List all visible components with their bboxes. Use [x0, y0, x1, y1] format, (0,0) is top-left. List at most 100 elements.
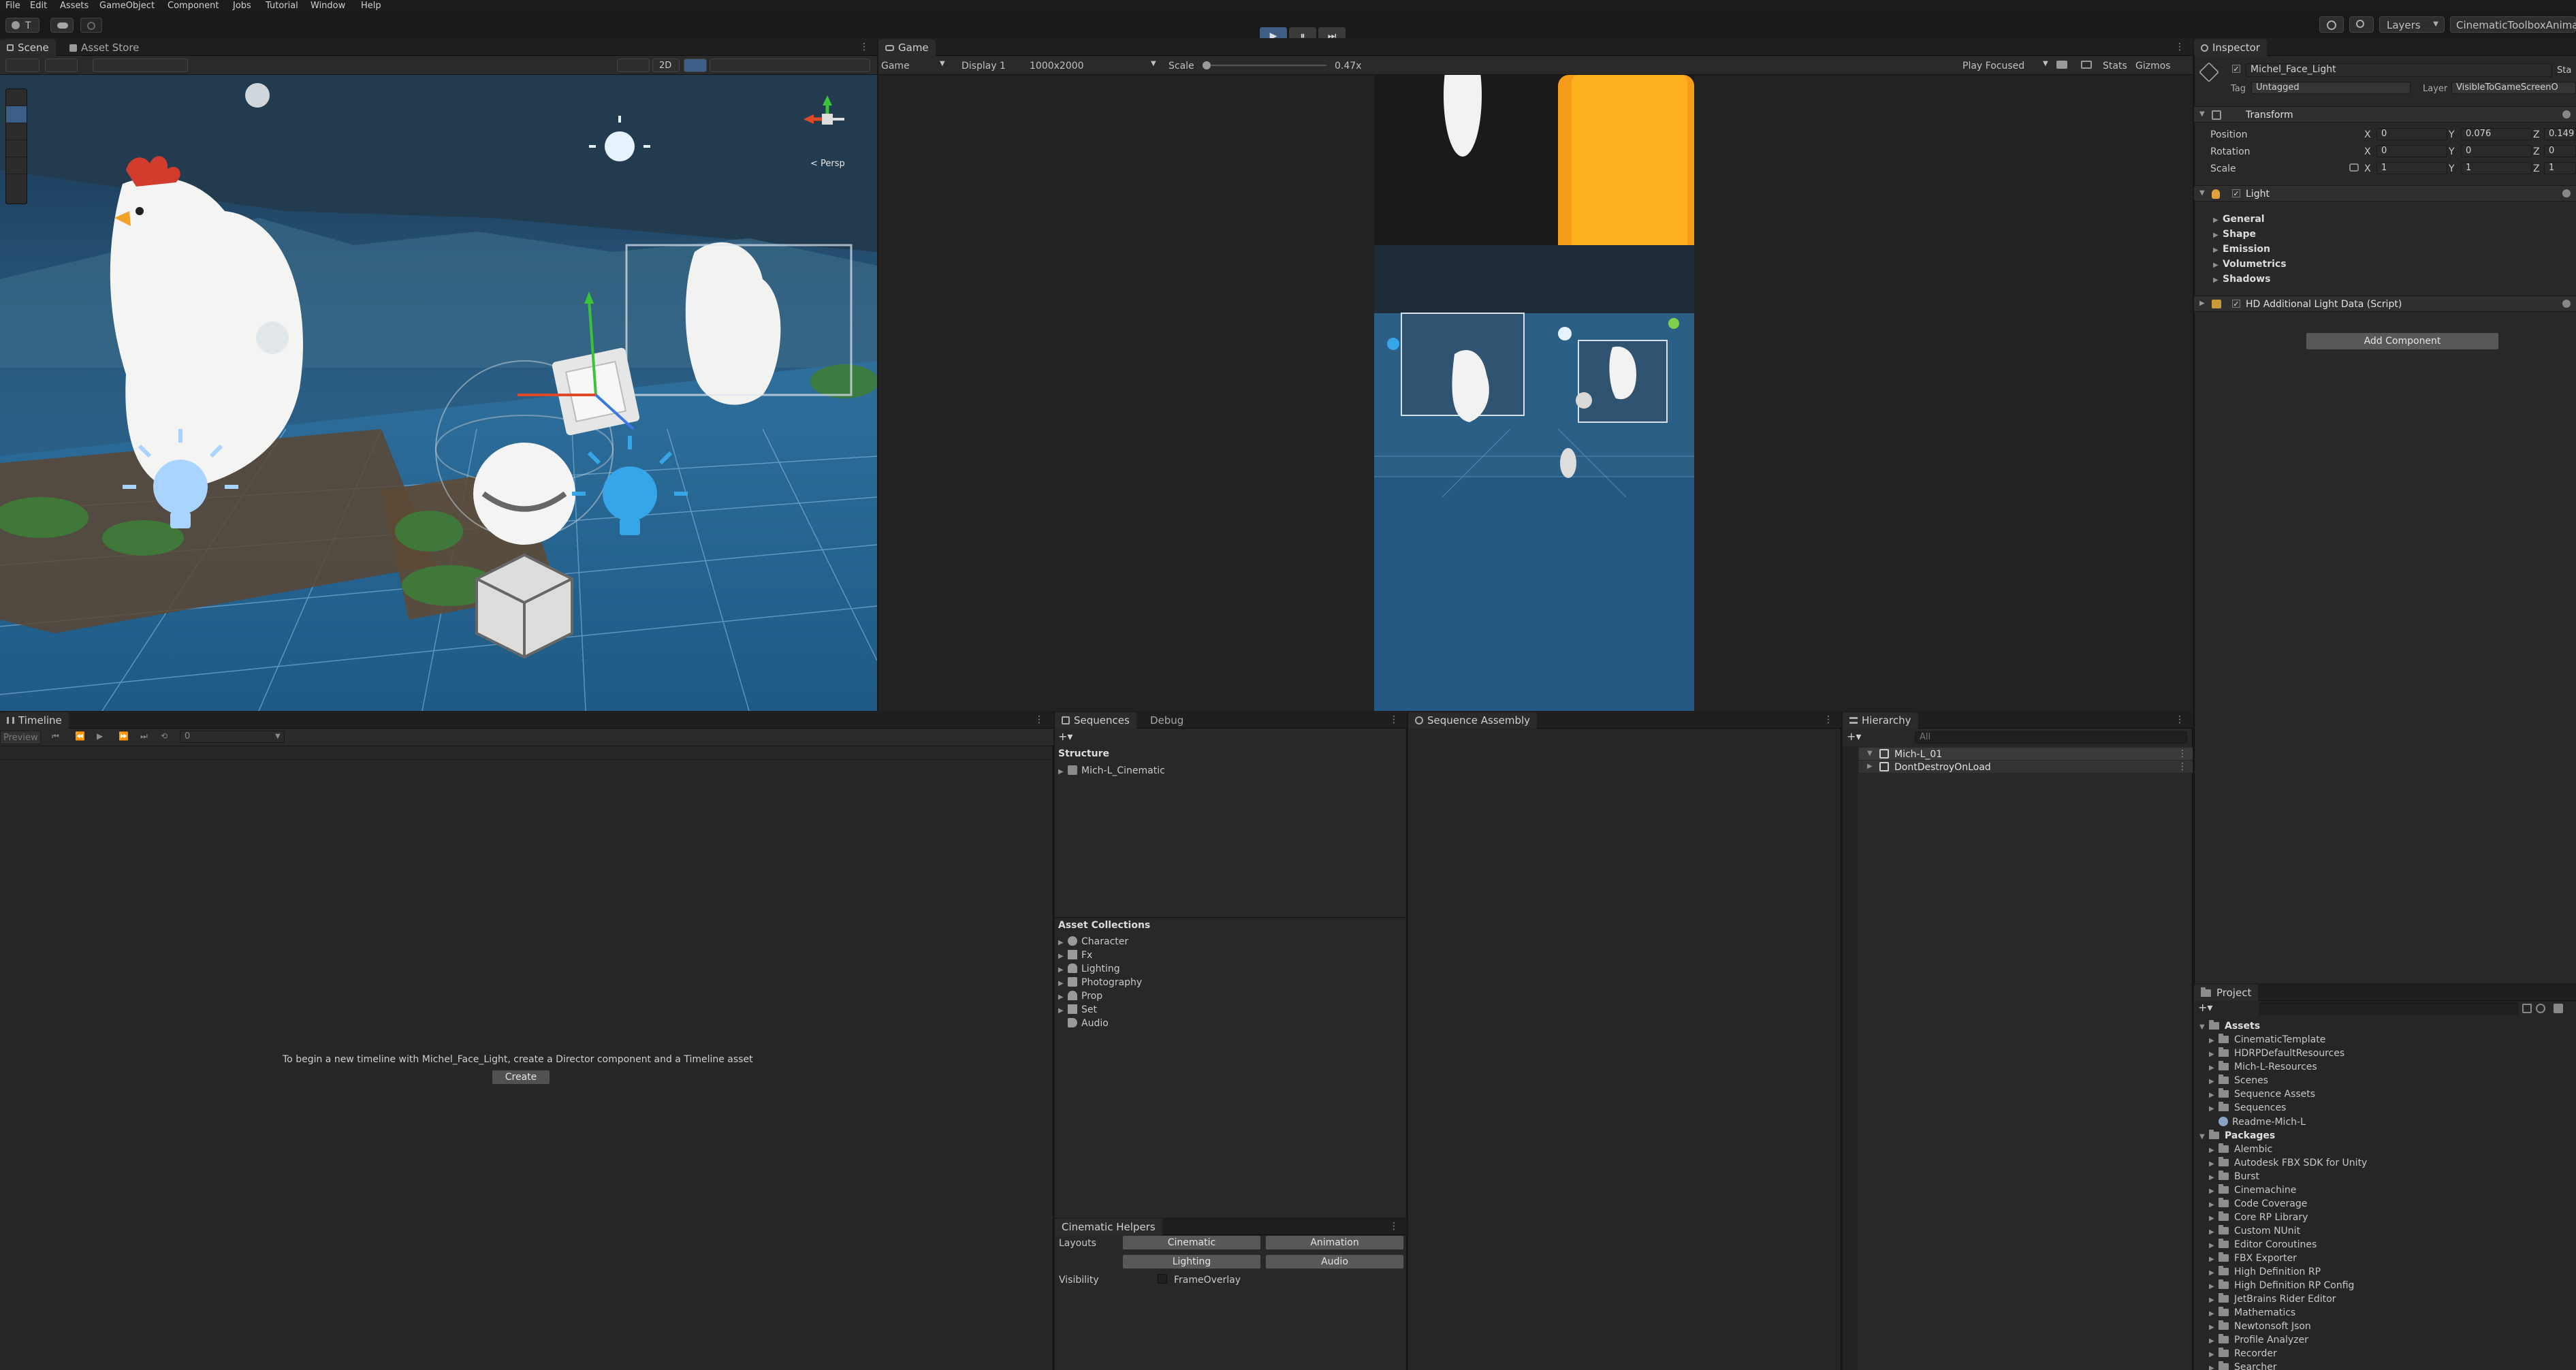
history-button[interactable]: [2319, 16, 2344, 33]
light-section-shape[interactable]: ▶ Shape: [2213, 229, 2256, 239]
play-focused-dropdown[interactable]: Play Focused: [1962, 61, 2024, 71]
filter-label-icon[interactable]: [2536, 1004, 2545, 1013]
tab-scene[interactable]: Scene: [0, 39, 56, 56]
position-x-field[interactable]: 0: [2376, 128, 2447, 140]
scene-menu-icon[interactable]: ⋮: [859, 42, 869, 52]
project-package-item[interactable]: ▶ FBX Exporter: [2209, 1252, 2297, 1263]
scale-z-field[interactable]: 1: [2544, 162, 2576, 174]
project-package-item[interactable]: ▶ Cinemachine: [2209, 1184, 2296, 1195]
menu-assets[interactable]: Assets: [60, 1, 89, 11]
layer-dropdown[interactable]: VisibleToGameScreenO: [2451, 82, 2576, 94]
project-package-item[interactable]: ▶ Searcher: [2209, 1361, 2276, 1370]
game-menu-icon[interactable]: ⋮: [2175, 42, 2184, 52]
project-package-item[interactable]: ▶ Newtonsoft Json: [2209, 1320, 2311, 1331]
sequences-menu-icon[interactable]: ⋮: [1389, 715, 1399, 724]
scene-tools-palette[interactable]: [5, 89, 27, 204]
hand-tool-icon[interactable]: [6, 89, 27, 106]
preview-toggle[interactable]: Preview: [0, 731, 41, 744]
menu-component[interactable]: Component: [168, 1, 219, 11]
scale-x-field[interactable]: 1: [2376, 162, 2447, 174]
static-toggle[interactable]: Sta: [2557, 66, 2571, 75]
perspective-label[interactable]: < Persp: [810, 159, 845, 168]
light-enabled-checkbox[interactable]: ✓: [2232, 189, 2240, 197]
collection-prop[interactable]: ▶ Prop: [1058, 991, 1102, 1001]
scene-camera-mode[interactable]: [617, 59, 650, 72]
menu-help[interactable]: Help: [361, 1, 381, 11]
rotate-tool-icon[interactable]: [6, 123, 27, 140]
help-icon[interactable]: [2562, 110, 2571, 118]
mute-audio-icon[interactable]: [2056, 61, 2067, 69]
project-package-item[interactable]: ▶ Editor Coroutines: [2209, 1239, 2317, 1249]
resolution-dropdown[interactable]: 1000x2000: [1030, 61, 1084, 71]
move-tool-icon[interactable]: [6, 106, 27, 123]
project-asset-item[interactable]: ▶ Sequence Assets: [2209, 1088, 2315, 1099]
add-gameobject-icon[interactable]: +▾: [1847, 731, 1861, 742]
project-packages-root[interactable]: ▼ Packages: [2199, 1130, 2275, 1141]
tab-asset-store[interactable]: Asset Store: [63, 39, 146, 56]
project-package-item[interactable]: ▶ Code Coverage: [2209, 1198, 2307, 1209]
layers-dropdown[interactable]: Layers ▼: [2379, 16, 2445, 33]
menu-edit[interactable]: Edit: [30, 1, 47, 11]
project-package-item[interactable]: ▶ Mathematics: [2209, 1307, 2295, 1318]
transform-header[interactable]: ▼ Transform: [2194, 106, 2576, 123]
project-package-item[interactable]: ▶ Alembic: [2209, 1143, 2272, 1154]
tab-sequence-assembly[interactable]: Sequence Assembly: [1408, 712, 1538, 729]
scale-slider[interactable]: [1203, 61, 1326, 69]
help-icon[interactable]: [2562, 300, 2571, 308]
project-package-item[interactable]: ▶ High Definition RP: [2209, 1266, 2321, 1277]
scene-render-mode[interactable]: [45, 59, 78, 72]
menu-jobs[interactable]: Jobs: [233, 1, 251, 11]
help-icon[interactable]: [2562, 189, 2571, 197]
scene-gizmo-tools[interactable]: [710, 59, 870, 72]
project-package-item[interactable]: ▶ Custom NUnit: [2209, 1225, 2300, 1236]
filter-type-icon[interactable]: [2522, 1004, 2532, 1013]
project-package-item[interactable]: ▶ High Definition RP Config: [2209, 1279, 2354, 1290]
hierarchy-menu-icon[interactable]: ⋮: [2175, 715, 2184, 724]
hierarchy-search-input[interactable]: All: [1915, 731, 2187, 744]
loop-icon[interactable]: ⟲: [161, 732, 168, 740]
project-package-item[interactable]: ▶ Profile Analyzer: [2209, 1334, 2308, 1345]
layout-lighting-button[interactable]: Lighting: [1122, 1254, 1261, 1269]
light-section-shadows[interactable]: ▶ Shadows: [2213, 274, 2270, 284]
scale-slider-thumb[interactable]: [1203, 61, 1211, 69]
project-package-item[interactable]: ▶ JetBrains Rider Editor: [2209, 1293, 2336, 1304]
collection-photography[interactable]: ▶ Photography: [1058, 977, 1142, 987]
hd-script-enabled-checkbox[interactable]: ✓: [2232, 300, 2240, 308]
game-view-dropdown[interactable]: Game: [881, 61, 910, 71]
tab-game[interactable]: Game: [878, 39, 936, 56]
tab-debug[interactable]: Debug: [1143, 712, 1190, 729]
collection-lighting[interactable]: ▶ Lighting: [1058, 963, 1120, 974]
play-icon[interactable]: ▶: [97, 732, 103, 740]
rotation-x-field[interactable]: 0: [2376, 145, 2447, 157]
add-component-button[interactable]: Add Component: [2306, 332, 2499, 350]
layout-animation-button[interactable]: Animation: [1265, 1235, 1404, 1250]
game-viewport[interactable]: [1374, 75, 1694, 711]
toggle-2d-button[interactable]: 2D: [652, 59, 680, 72]
tab-timeline[interactable]: Timeline: [0, 712, 69, 729]
scale-y-field[interactable]: 1: [2461, 162, 2532, 174]
scene-viewport[interactable]: < Persp: [0, 75, 877, 711]
hd-light-data-header[interactable]: ▶ ✓ HD Additional Light Data (Script): [2194, 296, 2576, 312]
collection-fx[interactable]: ▶ Fx: [1058, 950, 1092, 960]
scene-draw-mode[interactable]: [5, 59, 39, 72]
project-asset-item[interactable]: ▶ CinematicTemplate: [2209, 1034, 2325, 1045]
scale-tool-icon[interactable]: [6, 140, 27, 157]
cinematic-helpers-menu-icon[interactable]: ⋮: [1389, 1222, 1399, 1231]
active-checkbox[interactable]: ✓: [2232, 65, 2240, 73]
object-name-field[interactable]: Michel_Face_Light: [2246, 63, 2552, 77]
frame-overlay-checkbox[interactable]: [1158, 1274, 1167, 1284]
sequence-item[interactable]: ▶ Mich-L_Cinematic: [1058, 765, 1165, 776]
collection-audio[interactable]: Audio: [1058, 1018, 1109, 1028]
project-asset-item[interactable]: ▶ Sequences: [2209, 1102, 2286, 1113]
tab-hierarchy[interactable]: Hierarchy: [1843, 712, 1918, 729]
gizmos-button[interactable]: Gizmos: [2135, 61, 2171, 71]
project-asset-item[interactable]: ▶ Mich-L-Resources: [2209, 1061, 2317, 1072]
layout-cinematic-button[interactable]: Cinematic: [1122, 1235, 1261, 1250]
project-package-item[interactable]: ▶ Burst: [2209, 1170, 2259, 1181]
add-sequence-icon[interactable]: +▾: [1058, 731, 1072, 742]
project-search-input[interactable]: [2259, 1002, 2518, 1015]
project-package-item[interactable]: ▶ Core RP Library: [2209, 1211, 2308, 1222]
transform-tool-icon[interactable]: [6, 174, 27, 191]
tab-cinematic-helpers[interactable]: Cinematic Helpers: [1055, 1219, 1162, 1235]
light-header[interactable]: ▼ ✓ Light: [2194, 185, 2576, 202]
